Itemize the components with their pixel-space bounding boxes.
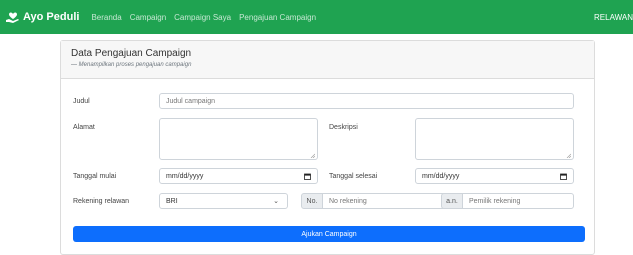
- user-menu[interactable]: RELAWAN: [594, 13, 633, 22]
- submit-label: Ajukan Campaign: [301, 230, 357, 238]
- judul-placeholder: Judul campaign: [166, 97, 216, 105]
- tanggal-selesai-label: Tanggal selesai: [329, 173, 378, 180]
- nav-pengajuan-campaign[interactable]: Pengajuan Campaign: [239, 13, 316, 22]
- judul-input[interactable]: Judul campaign: [159, 93, 574, 109]
- an-addon-text: a.n.: [446, 197, 458, 205]
- nav-campaign[interactable]: Campaign: [130, 13, 166, 22]
- tanggal-mulai-label: Tanggal mulai: [73, 173, 117, 180]
- heart-hand-icon: [6, 12, 19, 23]
- brand[interactable]: Ayo Peduli: [6, 11, 79, 23]
- resize-grip-icon: [566, 153, 571, 158]
- no-addon-text: No.: [306, 197, 318, 205]
- bank-select-value: BRI: [166, 197, 178, 205]
- judul-label: Judul: [73, 98, 90, 105]
- calendar-icon[interactable]: [304, 173, 311, 180]
- nav-campaign-saya[interactable]: Campaign Saya: [174, 13, 231, 22]
- chevron-down-icon: ⌄: [273, 198, 279, 205]
- rekening-label: Rekening relawan: [73, 198, 130, 205]
- deskripsi-textarea[interactable]: [415, 118, 574, 160]
- no-rekening-input[interactable]: No rekening: [322, 193, 446, 209]
- pemilik-rekening-addon: a.n.: [441, 193, 463, 209]
- alamat-textarea[interactable]: [159, 118, 318, 160]
- deskripsi-label: Deskripsi: [329, 124, 358, 131]
- tanggal-selesai-value: mm/dd/yyyy: [422, 172, 460, 180]
- pemilik-rekening-input[interactable]: Pemilik rekening: [462, 193, 574, 209]
- alamat-label: Alamat: [73, 124, 95, 131]
- calendar-icon[interactable]: [560, 173, 567, 180]
- ajukan-campaign-button[interactable]: Ajukan Campaign: [73, 226, 585, 242]
- tanggal-mulai-input[interactable]: mm/dd/yyyy: [159, 168, 318, 184]
- tanggal-mulai-value: mm/dd/yyyy: [166, 172, 204, 180]
- form-card: Data Pengajuan Campaign — Menampilkan pr…: [60, 40, 595, 255]
- tanggal-selesai-input[interactable]: mm/dd/yyyy: [415, 168, 574, 184]
- card-subtitle: — Menampilkan proses pengajuan campaign: [71, 62, 192, 68]
- no-rekening-placeholder: No rekening: [329, 197, 367, 205]
- no-rekening-addon: No.: [301, 193, 323, 209]
- pemilik-rekening-placeholder: Pemilik rekening: [469, 197, 521, 205]
- bank-select[interactable]: BRI ⌄: [159, 193, 288, 209]
- nav-beranda[interactable]: Beranda: [91, 13, 121, 22]
- resize-grip-icon: [310, 153, 315, 158]
- card-title: Data Pengajuan Campaign: [71, 48, 192, 59]
- brand-name: Ayo Peduli: [23, 11, 80, 23]
- top-navbar: Ayo Peduli Beranda Campaign Campaign Say…: [0, 0, 633, 34]
- card-header: Data Pengajuan Campaign — Menampilkan pr…: [61, 41, 594, 79]
